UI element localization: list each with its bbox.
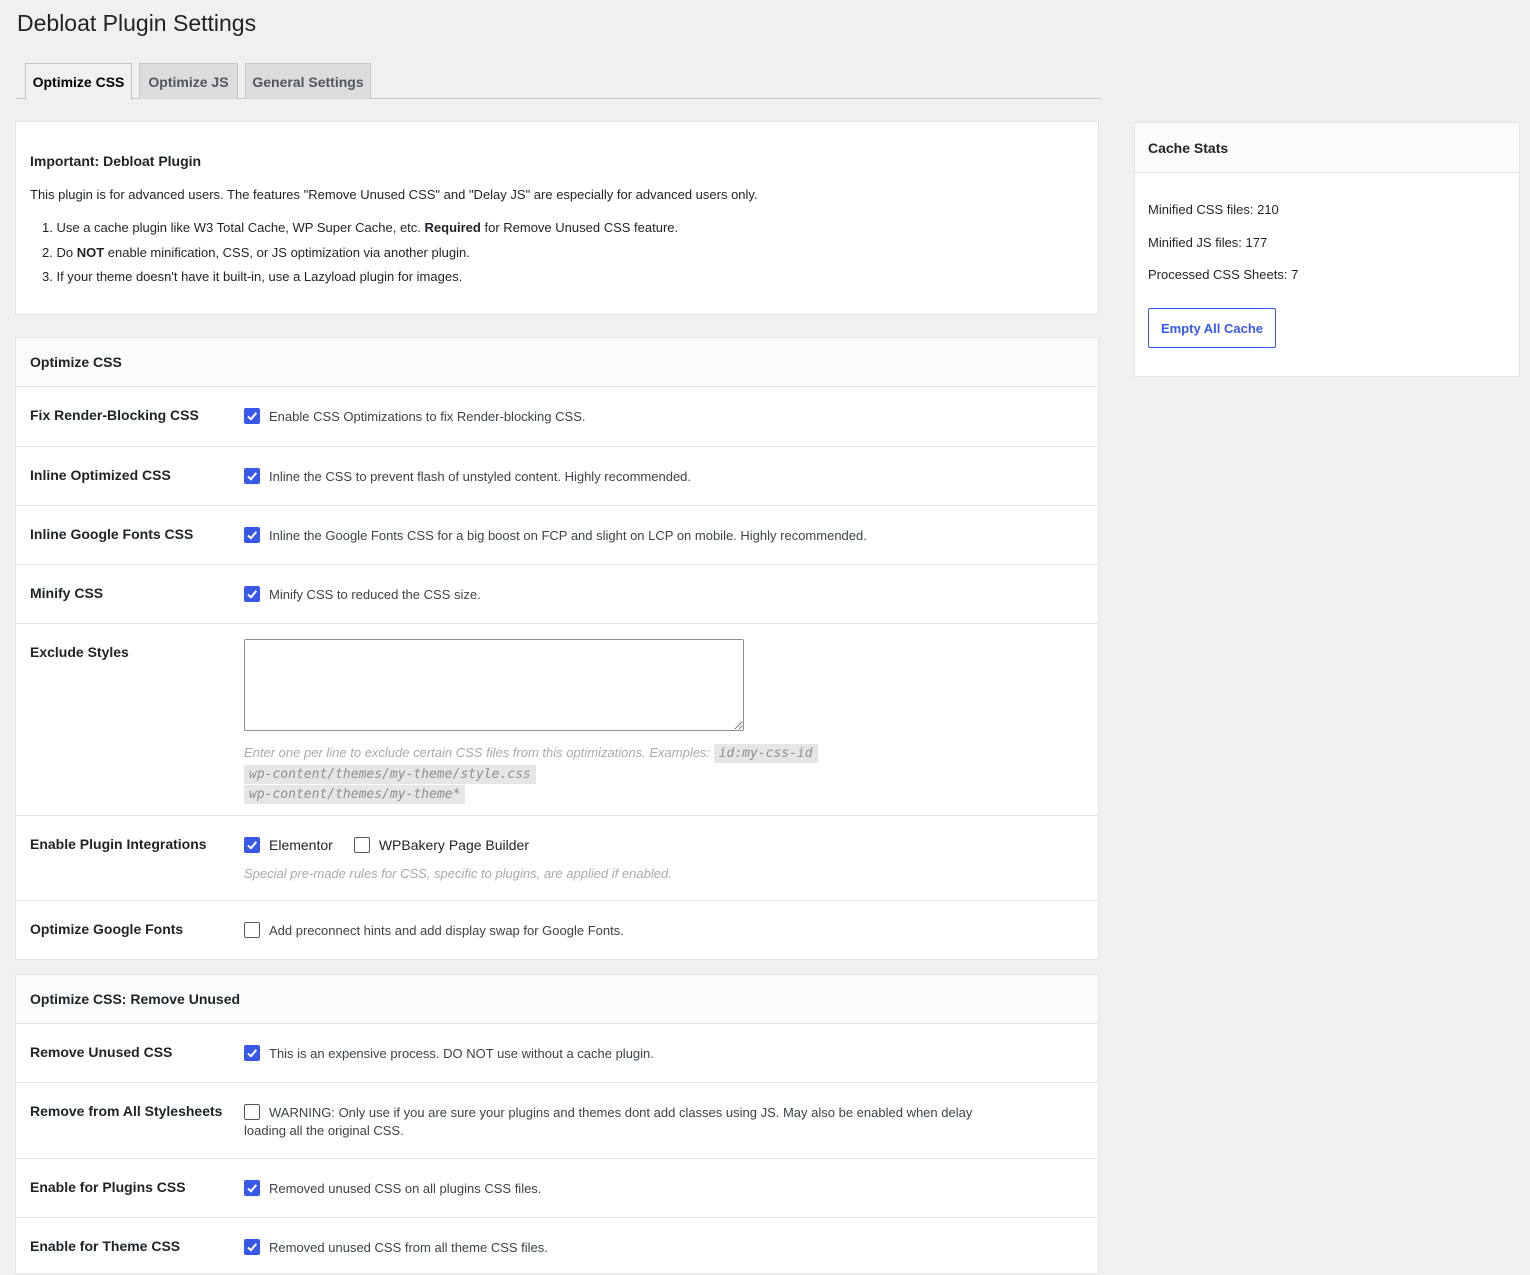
checkmark-icon xyxy=(247,472,258,481)
wpbakery-option[interactable]: WPBakery Page Builder xyxy=(353,837,529,853)
setting-label: Enable for Plugins CSS xyxy=(30,1179,186,1195)
setting-row: Fix Render-Blocking CSS Enable CSS Optim… xyxy=(16,387,1098,447)
option-text: Enable CSS Optimizations to fix Render-b… xyxy=(269,408,586,424)
list-item: 3. If your theme doesn't have it built-i… xyxy=(42,269,463,284)
remove-unused-panel: Optimize CSS: Remove Unused Remove Unuse… xyxy=(15,974,1099,1274)
list-item: 1. Use a cache plugin like W3 Total Cach… xyxy=(42,220,679,235)
optimize-google-fonts-option[interactable]: Add preconnect hints and add display swa… xyxy=(244,922,1084,938)
checkmark-icon xyxy=(247,1184,258,1193)
checkmark-icon xyxy=(247,1243,258,1252)
checkmark-icon xyxy=(247,412,258,421)
option-text: This is an expensive process. DO NOT use… xyxy=(269,1045,654,1061)
panel-heading: Cache Stats xyxy=(1135,123,1519,173)
exclude-styles-textarea[interactable] xyxy=(244,639,744,731)
cache-stats-panel: Cache Stats Minified CSS files: 210 Mini… xyxy=(1134,122,1520,377)
optimize-css-panel: Optimize CSS Fix Render-Blocking CSS Ena… xyxy=(15,337,1099,960)
remove-unused-css-option[interactable]: This is an expensive process. DO NOT use… xyxy=(244,1045,1084,1061)
notice-title: Important: Debloat Plugin xyxy=(30,153,202,169)
checkmark-icon xyxy=(247,1049,258,1058)
setting-row: Enable Plugin Integrations Elementor WPB… xyxy=(16,816,1098,901)
setting-row: Enable for Theme CSS Removed unused CSS … xyxy=(16,1218,1098,1275)
setting-label: Optimize Google Fonts xyxy=(30,921,184,937)
option-text: Elementor xyxy=(269,837,333,853)
setting-row: Inline Optimized CSS Inline the CSS to p… xyxy=(16,447,1098,506)
all-stylesheets-field: WARNING: Only use if you are sure your p… xyxy=(244,1104,974,1138)
inline-optimized-option[interactable]: Inline the CSS to prevent flash of unsty… xyxy=(244,468,1084,484)
plugins-css-checkbox[interactable] xyxy=(244,1180,260,1196)
option-text: WPBakery Page Builder xyxy=(378,837,529,853)
setting-row: Minify CSS Minify CSS to reduced the CSS… xyxy=(16,565,1098,624)
all-stylesheets-checkbox[interactable] xyxy=(244,1104,260,1120)
option-text: Removed unused CSS from all theme CSS fi… xyxy=(269,1239,548,1255)
fix-render-blocking-checkbox[interactable] xyxy=(244,408,260,424)
inline-optimized-checkbox[interactable] xyxy=(244,468,260,484)
panel-heading: Optimize CSS xyxy=(16,338,1098,387)
setting-label: Inline Optimized CSS xyxy=(30,467,171,483)
important-notice: Important: Debloat Plugin This plugin is… xyxy=(15,121,1099,315)
optimize-google-fonts-checkbox[interactable] xyxy=(244,922,260,938)
setting-label: Remove from All Stylesheets xyxy=(30,1103,223,1119)
checkmark-icon xyxy=(247,531,258,540)
checkmark-icon xyxy=(247,841,258,850)
example-code: id:my-css-id xyxy=(713,744,818,763)
inline-google-fonts-option[interactable]: Inline the Google Fonts CSS for a big bo… xyxy=(244,527,1084,543)
page-title: Debloat Plugin Settings xyxy=(17,10,257,36)
option-text: Add preconnect hints and add display swa… xyxy=(269,922,624,938)
plugins-css-option[interactable]: Removed unused CSS on all plugins CSS fi… xyxy=(244,1180,1084,1196)
css-files-stat: Minified CSS files: 210 xyxy=(1148,202,1279,217)
setting-label: Exclude Styles xyxy=(30,644,129,660)
setting-row: Enable for Plugins CSS Removed unused CS… xyxy=(16,1159,1098,1218)
js-files-stat: Minified JS files: 177 xyxy=(1148,235,1268,250)
inline-google-fonts-checkbox[interactable] xyxy=(244,527,260,543)
list-item: 2. Do NOT enable minification, CSS, or J… xyxy=(42,244,470,260)
tab-general-settings[interactable]: General Settings xyxy=(245,63,371,99)
option-text: WARNING: Only use if you are sure your p… xyxy=(269,1104,973,1120)
wpbakery-checkbox[interactable] xyxy=(353,837,370,853)
minify-css-option[interactable]: Minify CSS to reduced the CSS size. xyxy=(244,586,1084,602)
theme-css-option[interactable]: Removed unused CSS from all theme CSS fi… xyxy=(244,1239,1084,1255)
setting-row: Remove Unused CSS This is an expensive p… xyxy=(16,1024,1098,1083)
integrations-field: Elementor WPBakery Page Builder Special … xyxy=(244,837,1084,881)
tab-optimize-js[interactable]: Optimize JS xyxy=(139,63,238,99)
setting-label: Remove Unused CSS xyxy=(30,1044,173,1060)
checkmark-icon xyxy=(247,590,258,599)
field-description: Special pre-made rules for CSS, specific… xyxy=(244,866,672,881)
setting-label: Enable for Theme CSS xyxy=(30,1238,181,1254)
panel-heading: Optimize CSS: Remove Unused xyxy=(16,975,1098,1024)
empty-all-cache-button[interactable]: Empty All Cache xyxy=(1148,308,1276,348)
option-text-continued: loading all the original CSS. xyxy=(244,1123,404,1138)
fix-render-blocking-option[interactable]: Enable CSS Optimizations to fix Render-b… xyxy=(244,408,1084,424)
example-code: wp-content/themes/my-theme* xyxy=(244,785,466,804)
setting-label: Inline Google Fonts CSS xyxy=(30,526,194,542)
example-code: wp-content/themes/my-theme/style.css xyxy=(244,764,536,784)
setting-label: Fix Render-Blocking CSS xyxy=(30,407,199,423)
setting-row: Optimize Google Fonts Add preconnect hin… xyxy=(16,901,1098,960)
elementor-checkbox[interactable] xyxy=(244,837,260,853)
theme-css-checkbox[interactable] xyxy=(244,1239,260,1255)
settings-tabs: Optimize CSS Optimize JS General Setting… xyxy=(16,63,1101,100)
setting-row: Remove from All Stylesheets WARNING: Onl… xyxy=(16,1083,1098,1159)
processed-sheets-stat: Processed CSS Sheets: 7 xyxy=(1148,267,1299,282)
field-description: Enter one per line to exclude certain CS… xyxy=(244,743,1084,805)
tab-optimize-css[interactable]: Optimize CSS xyxy=(25,63,132,100)
exclude-styles-field: Enter one per line to exclude certain CS… xyxy=(244,639,1084,805)
setting-label: Minify CSS xyxy=(30,585,104,601)
notice-intro: This plugin is for advanced users. The f… xyxy=(30,187,758,202)
remove-unused-css-checkbox[interactable] xyxy=(244,1045,260,1061)
setting-row: Inline Google Fonts CSS Inline the Googl… xyxy=(16,506,1098,565)
option-text: Removed unused CSS on all plugins CSS fi… xyxy=(269,1180,542,1196)
option-text: Inline the CSS to prevent flash of unsty… xyxy=(269,468,692,484)
setting-label: Enable Plugin Integrations xyxy=(30,836,207,852)
integrations-options: Elementor WPBakery Page Builder xyxy=(244,837,1084,853)
elementor-option[interactable]: Elementor xyxy=(244,837,333,853)
notice-list: 1. Use a cache plugin like W3 Total Cach… xyxy=(42,220,678,294)
all-stylesheets-option[interactable]: WARNING: Only use if you are sure your p… xyxy=(244,1104,974,1120)
minify-css-checkbox[interactable] xyxy=(244,586,260,602)
option-text: Minify CSS to reduced the CSS size. xyxy=(269,586,481,602)
setting-row: Exclude Styles Enter one per line to exc… xyxy=(16,624,1098,816)
option-text: Inline the Google Fonts CSS for a big bo… xyxy=(269,527,867,543)
